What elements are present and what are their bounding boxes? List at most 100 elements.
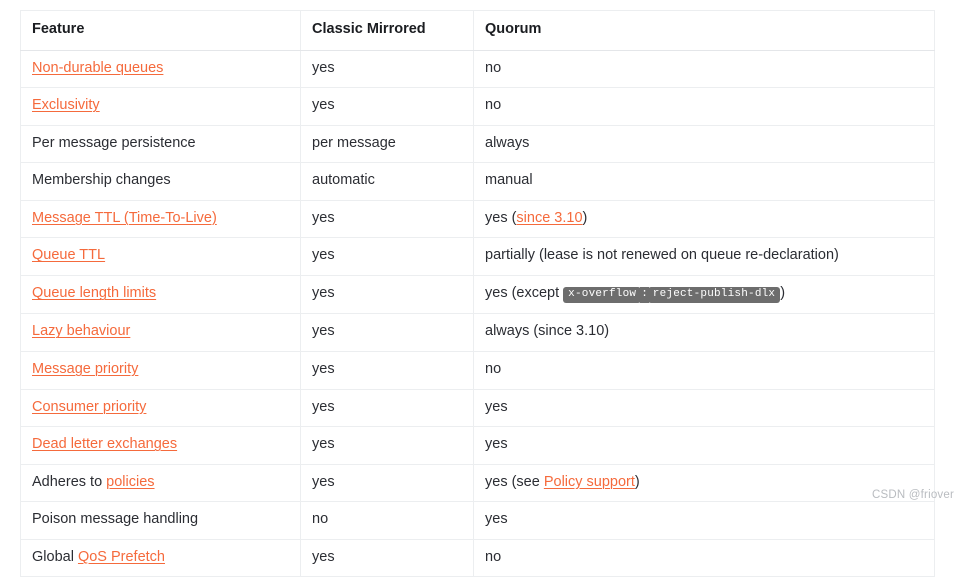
cell-feature: Dead letter exchanges: [20, 426, 301, 465]
quorum-value: no: [485, 361, 502, 378]
table-row: Lazy behaviour yes always (since 3.10): [20, 313, 935, 353]
table-row: Poison message handling no yes: [20, 501, 935, 540]
cell-feature: Poison message handling: [20, 501, 301, 540]
watermark-label: CSDN @friover: [871, 489, 954, 501]
feature-link[interactable]: Queue TTL: [32, 247, 105, 263]
classic-value: no: [312, 511, 329, 528]
feature-link[interactable]: Non-durable queues: [32, 60, 163, 76]
cell-feature: Consumer priority: [20, 388, 301, 428]
table-row: Exclusivity yes no: [20, 87, 935, 126]
classic-value: yes: [312, 361, 335, 378]
classic-value: yes: [312, 247, 335, 264]
table-row: Non-durable queues yes no: [20, 49, 935, 89]
quorum-value: always: [485, 134, 530, 151]
quorum-text-suffix: ): [780, 284, 786, 301]
table-row: Queue TTL yes partially (lease is not rene…: [20, 237, 935, 276]
cell-classic-mirrored: automatic: [300, 162, 474, 201]
table-row: Message TTL (Time-To-Live) yes yes (since …: [20, 199, 935, 239]
cell-classic-mirrored: yes: [300, 538, 474, 577]
cell-feature: Message TTL (Time-To-Live): [20, 199, 301, 239]
table-header-row: Feature Classic Mirrored Quorum: [20, 10, 935, 51]
feature-link[interactable]: Queue length limits: [32, 285, 156, 301]
quorum-text-suffix: ): [582, 209, 588, 226]
quorum-value: no: [485, 97, 502, 114]
feature-comparison-table-wrapper: Feature Classic Mirrored Quorum Non-dura…: [20, 10, 935, 577]
classic-value: yes: [312, 97, 335, 114]
cell-quorum: yes (see Policy support): [473, 463, 935, 503]
feature-link[interactable]: Message TTL (Time-To-Live): [32, 210, 217, 226]
quorum-value: yes: [485, 511, 508, 528]
column-header-classic-mirrored: Classic Mirrored: [300, 10, 474, 51]
cell-feature: Adheres to policies: [20, 463, 301, 503]
cell-classic-mirrored: yes: [300, 388, 474, 428]
cell-feature: Exclusivity: [20, 87, 301, 126]
quorum-value: no: [485, 59, 502, 76]
classic-value: per message: [312, 134, 396, 151]
cell-classic-mirrored: no: [300, 501, 474, 540]
feature-link[interactable]: QoS Prefetch: [78, 549, 165, 565]
quorum-value: no: [485, 548, 502, 565]
feature-link[interactable]: Dead letter exchanges: [32, 436, 177, 452]
cell-quorum: no: [473, 49, 935, 89]
quorum-link[interactable]: since 3.10: [516, 210, 582, 226]
table-row: Message priority yes no: [20, 351, 935, 390]
quorum-value: manual: [485, 172, 533, 189]
cell-classic-mirrored: yes: [300, 426, 474, 465]
quorum-text: yes (see: [485, 473, 544, 490]
cell-classic-mirrored: yes: [300, 351, 474, 390]
column-header-feature: Feature: [20, 10, 301, 51]
quorum-value: always (since 3.10): [485, 323, 610, 340]
quorum-value: partially (lease is not renewed on queue…: [485, 247, 839, 264]
feature-link[interactable]: Consumer priority: [32, 399, 146, 415]
table-row: Adheres to policies yes yes (see Policy su…: [20, 463, 935, 503]
feature-text: Per message persistence: [32, 134, 196, 151]
cell-quorum: no: [473, 351, 935, 390]
cell-feature: Queue length limits: [20, 274, 301, 315]
cell-quorum: no: [473, 538, 935, 577]
classic-value: yes: [312, 323, 335, 340]
code-badge-x-overflow: x-overflow: [563, 286, 642, 304]
quorum-text-suffix: ): [634, 473, 640, 490]
cell-quorum: yes: [473, 426, 935, 465]
feature-link[interactable]: Exclusivity: [32, 97, 100, 113]
cell-quorum: always (since 3.10): [473, 313, 935, 353]
cell-classic-mirrored: yes: [300, 237, 474, 276]
cell-feature: Global QoS Prefetch: [20, 538, 301, 577]
cell-feature: Non-durable queues: [20, 49, 301, 89]
code-badge-reject-publish-dlx: reject-publish-dlx: [647, 286, 781, 304]
classic-value: yes: [312, 59, 335, 76]
cell-feature: Lazy behaviour: [20, 313, 301, 353]
feature-text: Poison message handling: [32, 511, 199, 528]
table-row: Per message persistence per message always: [20, 124, 935, 164]
quorum-text: yes (except: [485, 284, 564, 301]
table-row: Queue length limits yes yes (except x-over…: [20, 274, 935, 315]
cell-classic-mirrored: yes: [300, 463, 474, 503]
quorum-link[interactable]: Policy support: [544, 474, 635, 490]
table-header: Feature Classic Mirrored Quorum: [20, 10, 935, 51]
cell-classic-mirrored: yes: [300, 199, 474, 239]
table-row: Consumer priority yes yes: [20, 388, 935, 428]
cell-feature: Message priority: [20, 351, 301, 390]
cell-quorum: yes (since 3.10): [473, 199, 935, 239]
cell-classic-mirrored: per message: [300, 124, 474, 164]
classic-value: automatic: [312, 172, 375, 189]
classic-value: yes: [312, 548, 335, 565]
cell-feature: Membership changes: [20, 162, 301, 201]
table-row: Membership changes automatic manual: [20, 162, 935, 201]
cell-feature: Per message persistence: [20, 124, 301, 164]
cell-quorum: yes: [473, 388, 935, 428]
table-row: Global QoS Prefetch yes no: [20, 538, 935, 577]
column-header-quorum: Quorum: [473, 10, 935, 51]
cell-feature: Queue TTL: [20, 237, 301, 276]
feature-link[interactable]: policies: [106, 474, 154, 490]
cell-quorum: yes: [473, 501, 935, 540]
cell-classic-mirrored: yes: [300, 87, 474, 126]
cell-quorum: always: [473, 124, 935, 164]
classic-value: yes: [312, 285, 335, 302]
cell-classic-mirrored: yes: [300, 274, 474, 315]
feature-link[interactable]: Lazy behaviour: [32, 323, 130, 339]
cell-classic-mirrored: yes: [300, 313, 474, 353]
quorum-value: yes: [485, 398, 508, 415]
feature-link[interactable]: Message priority: [32, 361, 138, 377]
classic-value: yes: [312, 398, 335, 415]
